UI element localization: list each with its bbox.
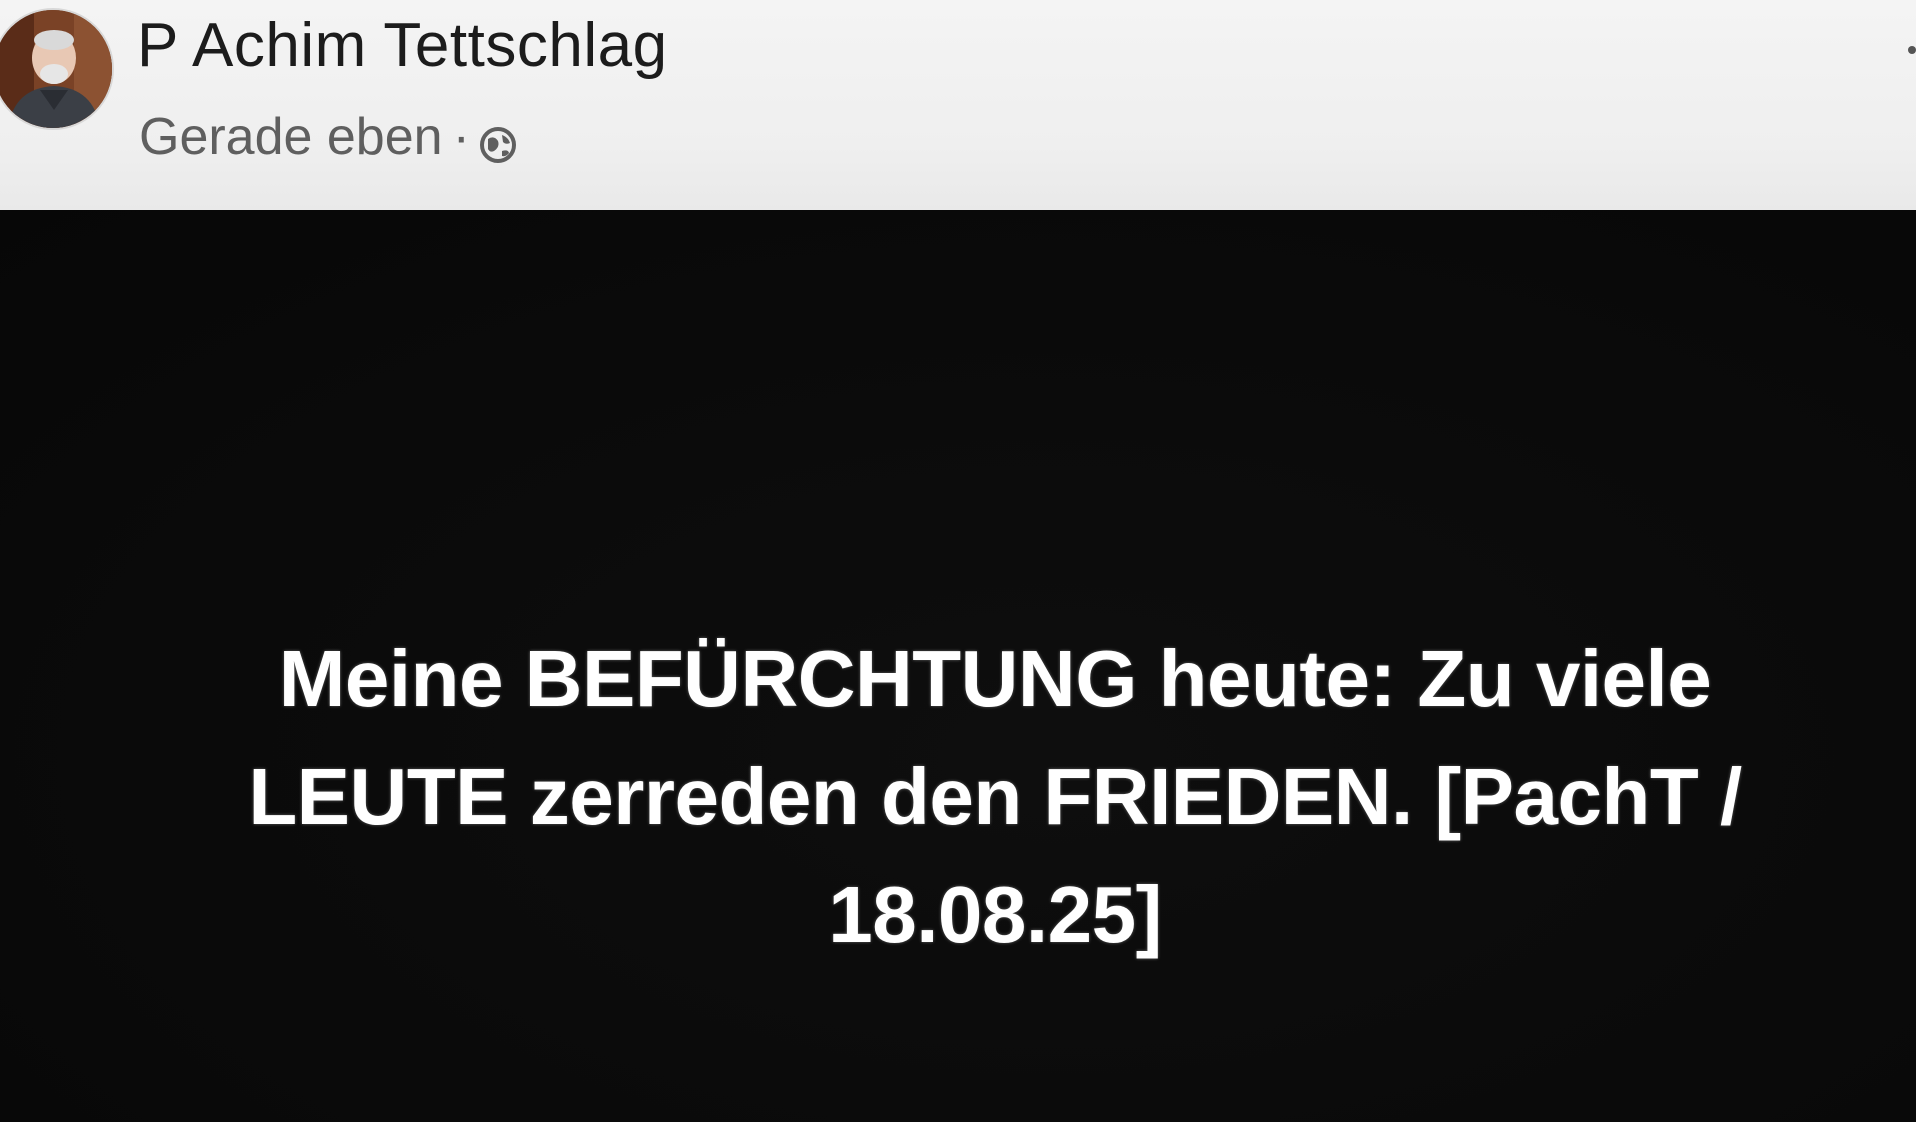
post-header: P Achim Tettschlag Gerade eben · xyxy=(0,0,1916,210)
author-name[interactable]: P Achim Tettschlag xyxy=(137,10,668,81)
facebook-post: P Achim Tettschlag Gerade eben · Meine B… xyxy=(0,0,1916,1122)
author-avatar[interactable] xyxy=(0,8,114,130)
globe-icon[interactable] xyxy=(478,119,518,163)
post-meta: Gerade eben · xyxy=(139,108,518,168)
post-timestamp[interactable]: Gerade eben xyxy=(139,108,443,168)
post-content-background: Meine BEFÜRCHTUNG heute: Zu viele LEUTE … xyxy=(0,210,1916,1122)
meta-separator: · xyxy=(452,108,470,166)
avatar-photo-icon xyxy=(0,10,112,128)
more-options-icon[interactable] xyxy=(1908,46,1916,54)
post-text: Meine BEFÜRCHTUNG heute: Zu viele LEUTE … xyxy=(248,634,1742,959)
